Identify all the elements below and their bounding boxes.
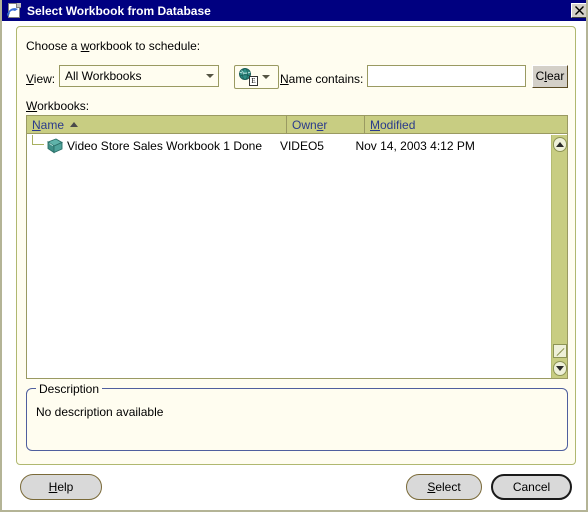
sort-ascending-icon (70, 122, 79, 127)
clear-button[interactable]: Clear (532, 65, 568, 88)
list-vertical-scrollbar[interactable] (551, 135, 567, 378)
database-connection-button[interactable]: E (234, 65, 279, 89)
resize-grip-icon[interactable] (553, 344, 567, 358)
workbook-document-icon (6, 2, 22, 19)
select-workbook-dialog: Select Workbook from Database Choose a w… (0, 0, 588, 512)
cell-name: Video Store Sales Workbook 1 Done (67, 138, 263, 153)
workbooks-label: Workbooks: (26, 99, 90, 113)
globe-badge-e: E (249, 76, 258, 86)
column-header-modified[interactable]: Modified (365, 116, 567, 134)
chevron-down-icon (258, 75, 274, 79)
column-header-name[interactable]: Name (27, 116, 287, 134)
help-button[interactable]: Help (20, 474, 102, 500)
cancel-button[interactable]: Cancel (491, 474, 572, 500)
scroll-down-icon[interactable] (553, 361, 567, 376)
title-bar: Select Workbook from Database (2, 0, 586, 21)
view-select-value: All Workbooks (65, 69, 142, 83)
scroll-up-icon[interactable] (553, 137, 567, 152)
view-label: View: (26, 72, 56, 86)
list-body: Video Store Sales Workbook 1 Done VIDEO5… (27, 135, 551, 378)
view-select[interactable]: All Workbooks (59, 65, 219, 87)
close-icon[interactable] (571, 3, 586, 18)
tree-connector-line (32, 135, 44, 145)
workbook-icon (46, 138, 64, 154)
globe-database-icon: E (238, 68, 258, 86)
window-title: Select Workbook from Database (27, 3, 211, 18)
name-contains-label: Name contains: (280, 72, 364, 86)
name-contains-input[interactable] (367, 65, 526, 87)
description-group: Description No description available (26, 382, 568, 451)
column-header-owner[interactable]: Own e r (287, 116, 365, 134)
choose-workbook-label: Choose a workbook to schedule: (26, 39, 201, 53)
description-text: No description available (36, 405, 164, 419)
table-row[interactable]: Video Store Sales Workbook 1 Done VIDEO5… (27, 135, 551, 156)
cell-owner: VIDEO5 (279, 138, 324, 153)
workbooks-list: Name Own e r Modified Video Store Sales … (26, 115, 568, 379)
select-button[interactable]: Select (406, 474, 482, 500)
list-header-row: Name Own e r Modified (27, 116, 567, 134)
dialog-content-panel: Choose a workbook to schedule: View: All… (16, 26, 576, 465)
chevron-down-icon (202, 74, 218, 78)
cell-modified: Nov 14, 2003 4:12 PM (355, 138, 475, 153)
description-legend: Description (36, 382, 103, 396)
